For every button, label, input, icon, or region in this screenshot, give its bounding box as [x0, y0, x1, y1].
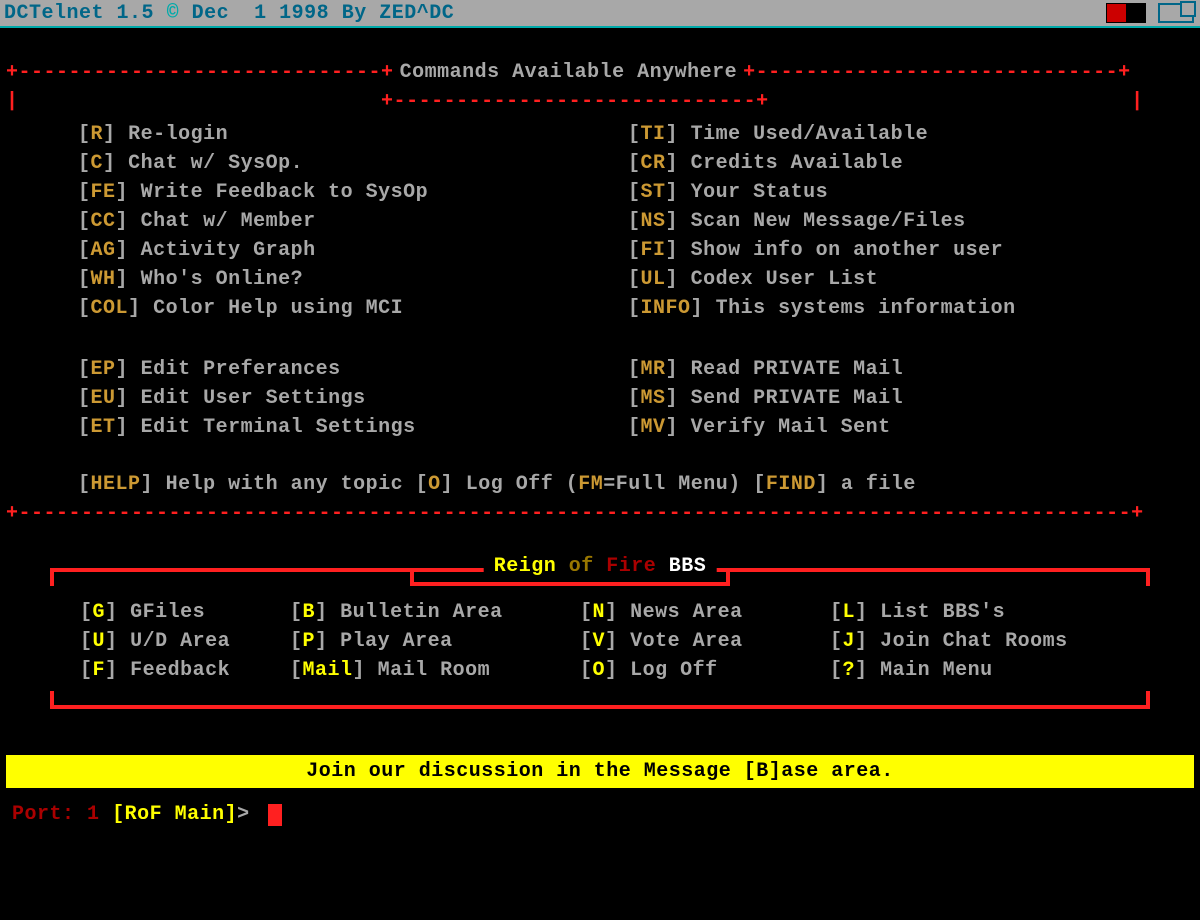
app-name: DCTelnet: [4, 2, 104, 25]
find-label: a file: [841, 473, 916, 496]
box-title-underline: | +-----------------------------+ |: [6, 87, 1194, 116]
menu-feedback[interactable]: [F] Feedback: [80, 656, 290, 685]
commands-footer: [HELP] Help with any topic [O] Log Off (…: [6, 470, 1194, 499]
cmd-time-used[interactable]: [TI] Time Used/Available: [628, 120, 1194, 149]
logoff-label: Log Off: [466, 473, 554, 496]
cmd-show-user-info[interactable]: [FI] Show info on another user: [628, 236, 1194, 265]
menu-join-chat[interactable]: [J] Join Chat Rooms: [830, 627, 1150, 656]
banner-text: Join our discussion in the Message [B]as…: [306, 760, 894, 783]
help-label: Help with any topic: [166, 473, 404, 496]
cmd-color-help[interactable]: [COL] Color Help using MCI: [78, 294, 628, 323]
by-label: By: [342, 2, 367, 25]
app-version: 1.5: [117, 2, 155, 25]
cmd-edit-user[interactable]: [EU] Edit User Settings: [78, 384, 628, 413]
menu-vote-area[interactable]: [V] Vote Area: [580, 627, 830, 656]
cmd-relogin[interactable]: [R] Re-login: [78, 120, 628, 149]
prompt-context: RoF Main: [125, 803, 225, 826]
commands-right-col: [TI] Time Used/Available [CR] Credits Av…: [628, 120, 1194, 323]
cmd-chat-sysop[interactable]: [C] Chat w/ SysOp.: [78, 149, 628, 178]
cmd-read-mail[interactable]: [MR] Read PRIVATE Mail: [628, 355, 1194, 384]
window-icon[interactable]: [1158, 3, 1194, 23]
date-month: Dec: [192, 2, 230, 25]
commands-right-col-2: [MR] Read PRIVATE Mail [MS] Send PRIVATE…: [628, 355, 1194, 442]
fm-label: =Full Menu: [603, 473, 728, 496]
cmd-edit-prefs[interactable]: [EP] Edit Preferances: [78, 355, 628, 384]
bbs-box-top: Reign of Fire BBS: [50, 556, 1150, 584]
prompt-caret: >: [237, 803, 250, 826]
box-top-border: +-----------------------------+Commands …: [6, 58, 1194, 87]
titlebar: DCTelnet 1.5 © Dec 1 1998 By ZED^DC: [0, 0, 1200, 28]
menu-bulletin[interactable]: [B] Bulletin Area: [290, 598, 580, 627]
commands-box-title: Commands Available Anywhere: [400, 61, 738, 84]
discussion-banner: Join our discussion in the Message [B]as…: [6, 755, 1194, 788]
menu-play-area[interactable]: [P] Play Area: [290, 627, 580, 656]
cmd-edit-terminal[interactable]: [ET] Edit Terminal Settings: [78, 413, 628, 442]
bbs-title: Reign of Fire BBS: [484, 552, 717, 581]
box-bottom-border: +---------------------------------------…: [6, 499, 1194, 528]
cmd-send-mail[interactable]: [MS] Send PRIVATE Mail: [628, 384, 1194, 413]
titlebar-icons: [1106, 3, 1194, 23]
cmd-whos-online[interactable]: [WH] Who's Online?: [78, 265, 628, 294]
commands-columns: [R] Re-login [C] Chat w/ SysOp. [FE] Wri…: [6, 120, 1194, 323]
menu-gfiles[interactable]: [G] GFiles: [80, 598, 290, 627]
port-number: 1: [87, 803, 100, 826]
status-indicator-icon: [1106, 3, 1146, 23]
fm-key[interactable]: FM: [578, 473, 603, 496]
menu-ud-area[interactable]: [U] U/D Area: [80, 627, 290, 656]
bbs-menu-grid: [G] GFiles [B] Bulletin Area [N] News Ar…: [50, 584, 1150, 693]
help-key[interactable]: HELP: [91, 473, 141, 496]
date-day: 1: [254, 2, 267, 25]
cmd-feedback[interactable]: [FE] Write Feedback to SysOp: [78, 178, 628, 207]
cmd-status[interactable]: [ST] Your Status: [628, 178, 1194, 207]
author: ZED^DC: [379, 2, 454, 25]
cmd-credits[interactable]: [CR] Credits Available: [628, 149, 1194, 178]
cursor-icon: [268, 804, 282, 826]
menu-news[interactable]: [N] News Area: [580, 598, 830, 627]
menu-mail-room[interactable]: [Mail] Mail Room: [290, 656, 580, 685]
bbs-box-bottom: [50, 693, 1150, 721]
cmd-chat-member[interactable]: [CC] Chat w/ Member: [78, 207, 628, 236]
commands-left-col-2: [EP] Edit Preferances [EU] Edit User Set…: [78, 355, 628, 442]
titlebar-text: DCTelnet 1.5 © Dec 1 1998 By ZED^DC: [4, 2, 454, 25]
cmd-verify-mail[interactable]: [MV] Verify Mail Sent: [628, 413, 1194, 442]
commands-columns-2: [EP] Edit Preferances [EU] Edit User Set…: [6, 355, 1194, 442]
cmd-scan-new[interactable]: [NS] Scan New Message/Files: [628, 207, 1194, 236]
find-key[interactable]: FIND: [766, 473, 816, 496]
copyright-symbol: ©: [167, 2, 180, 25]
cmd-system-info[interactable]: [INFO] This systems information: [628, 294, 1194, 323]
menu-list-bbs[interactable]: [L] List BBS's: [830, 598, 1150, 627]
menu-main-menu[interactable]: [?] Main Menu: [830, 656, 1150, 685]
port-label: Port:: [12, 803, 75, 826]
command-prompt[interactable]: Port: 1 [RoF Main]>: [6, 800, 1194, 829]
bbs-menu-box: Reign of Fire BBS [G] GFiles [B] Bulleti…: [50, 556, 1150, 721]
cmd-activity-graph[interactable]: [AG] Activity Graph: [78, 236, 628, 265]
menu-log-off[interactable]: [O] Log Off: [580, 656, 830, 685]
commands-left-col: [R] Re-login [C] Chat w/ SysOp. [FE] Wri…: [78, 120, 628, 323]
logoff-key[interactable]: O: [428, 473, 441, 496]
cmd-user-list[interactable]: [UL] Codex User List: [628, 265, 1194, 294]
terminal-area: +-----------------------------+Commands …: [0, 28, 1200, 829]
date-year: 1998: [279, 2, 329, 25]
